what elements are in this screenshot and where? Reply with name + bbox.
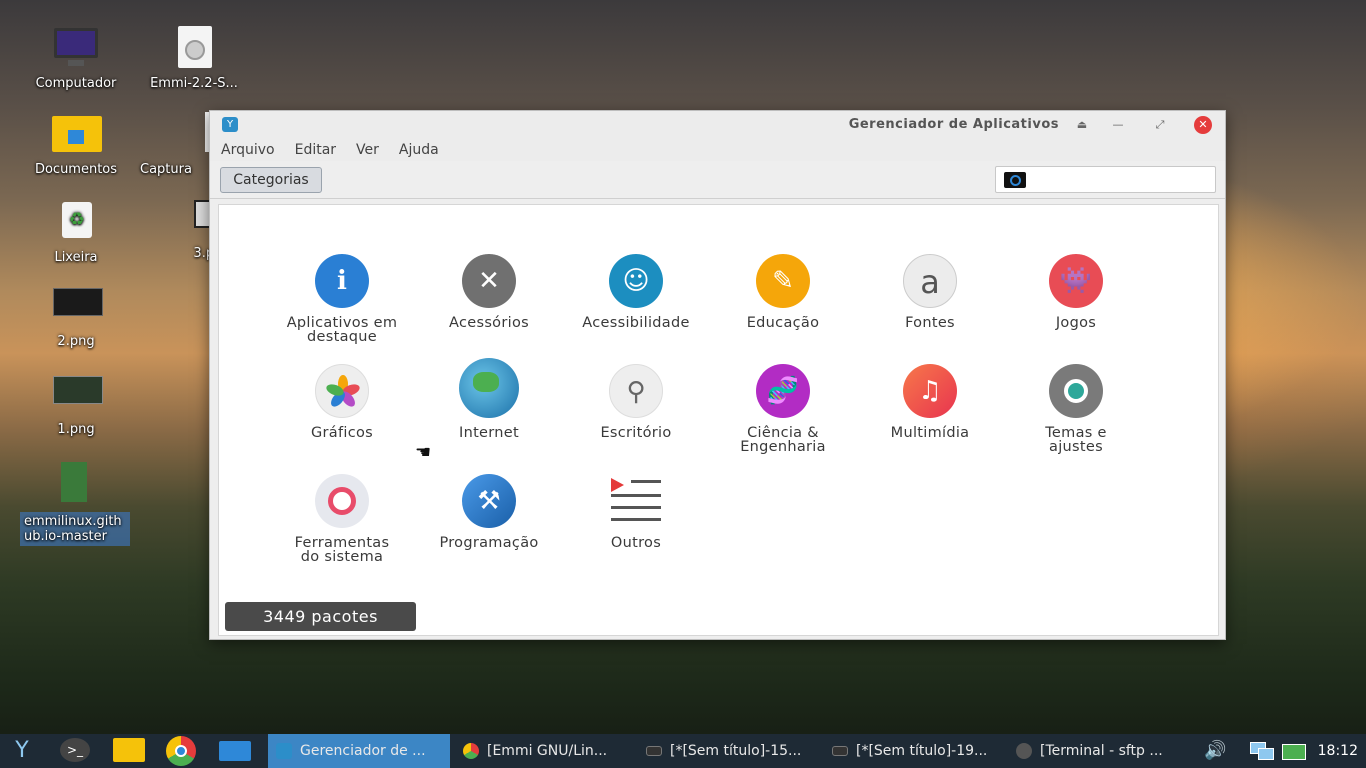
- terminal-launcher-icon[interactable]: >_: [60, 738, 92, 764]
- games-icon: 👾: [1049, 254, 1103, 308]
- window-title: Gerenciador de Aplicativos: [848, 117, 1059, 132]
- app-window: Y Gerenciador de Aplicativos ⏏ — ⤢ ✕ Arq…: [209, 110, 1226, 640]
- browser-launcher-icon[interactable]: [166, 736, 198, 766]
- task-editor-1[interactable]: [*[Sem título]-15...: [638, 734, 820, 768]
- category-internet[interactable]: Internet: [419, 358, 559, 440]
- taskbar: Y >_ Gerenciador de ... [Emmi GNU/Lin...…: [0, 734, 1366, 768]
- system-tools-icon: [315, 474, 369, 528]
- toolbar: Categorias: [210, 161, 1225, 199]
- desktop-icon-2png[interactable]: 2.png: [22, 284, 130, 349]
- clock[interactable]: 18:12: [1318, 734, 1358, 768]
- graphics-icon: [315, 364, 369, 418]
- desktop-icon-computer[interactable]: Computador: [22, 26, 130, 91]
- menu-ajuda[interactable]: Ajuda: [399, 142, 439, 158]
- editor-icon: [646, 746, 662, 756]
- folder-icon: [49, 462, 101, 508]
- category-games[interactable]: 👾 Jogos: [1006, 254, 1146, 330]
- app-logo-icon: [276, 743, 292, 759]
- search-input[interactable]: [1030, 170, 1210, 190]
- hand-cursor-icon: ☚: [415, 442, 432, 463]
- close-button[interactable]: ✕: [1194, 116, 1212, 134]
- title-bar: Y Gerenciador de Aplicativos ⏏ — ⤢ ✕: [210, 111, 1225, 139]
- app-menu-icon[interactable]: Y: [6, 738, 38, 764]
- volume-icon[interactable]: 🔊: [1204, 738, 1236, 764]
- category-office[interactable]: ⚲ Escritório: [566, 364, 706, 440]
- category-fonts[interactable]: a Fontes: [860, 254, 1000, 330]
- image-file-icon: [148, 112, 235, 158]
- task-terminal[interactable]: [Terminal - sftp ...: [1008, 734, 1186, 768]
- category-programming[interactable]: ⚒ Programação: [419, 474, 559, 550]
- app-logo-icon: Y: [222, 117, 238, 132]
- desktop-icon-1png[interactable]: 1.png: [22, 372, 130, 437]
- shade-button[interactable]: ⏏: [1073, 116, 1091, 134]
- minimize-button[interactable]: —: [1109, 116, 1127, 134]
- desktop-icon-iso[interactable]: Emmi-2.2-S...: [140, 26, 248, 91]
- search-icon: [1004, 172, 1026, 188]
- themes-icon: [1049, 364, 1103, 418]
- categories-panel: i Aplicativos em destaque ✕ Acessórios ☺…: [218, 204, 1219, 636]
- info-icon: i: [315, 254, 369, 308]
- trash-icon: ♻: [50, 200, 102, 246]
- menu-bar: Arquivo Editar Ver Ajuda: [210, 139, 1225, 161]
- category-accessories[interactable]: ✕ Acessórios: [419, 254, 559, 330]
- menu-editar[interactable]: Editar: [295, 142, 336, 158]
- iso-file-icon: [168, 26, 220, 72]
- categories-button[interactable]: Categorias: [220, 167, 322, 193]
- tools-icon: ✕: [462, 254, 516, 308]
- category-others[interactable]: Outros: [566, 474, 706, 550]
- education-icon: ✎: [756, 254, 810, 308]
- office-icon: ⚲: [609, 364, 663, 418]
- network-icon[interactable]: [1248, 738, 1280, 764]
- menu-ver[interactable]: Ver: [356, 142, 379, 158]
- image-thumbnail-icon: [50, 372, 103, 418]
- category-featured[interactable]: i Aplicativos em destaque: [272, 254, 412, 344]
- task-editor-2[interactable]: [*[Sem título]-19...: [824, 734, 1004, 768]
- menu-arquivo[interactable]: Arquivo: [221, 142, 275, 158]
- editor-icon: [832, 746, 848, 756]
- category-multimedia[interactable]: ♫ Multimídia: [860, 364, 1000, 440]
- task-app-manager[interactable]: Gerenciador de ...: [268, 734, 450, 768]
- search-box[interactable]: [995, 166, 1216, 193]
- internet-icon: [459, 358, 519, 418]
- updates-icon[interactable]: [1280, 738, 1312, 764]
- maximize-button[interactable]: ⤢: [1151, 116, 1169, 134]
- browser-icon: [463, 743, 479, 759]
- category-education[interactable]: ✎ Educação: [713, 254, 853, 330]
- others-icon: [609, 474, 663, 528]
- terminal-icon: [1016, 743, 1032, 759]
- desktop-icon-folder-github[interactable]: emmilinux.github.io-master: [20, 462, 130, 546]
- programming-icon: ⚒: [462, 474, 516, 528]
- status-badge: 3449 pacotes: [225, 602, 416, 631]
- category-graphics[interactable]: Gráficos: [272, 364, 412, 440]
- fonts-icon: a: [903, 254, 957, 308]
- accessibility-icon: ☺: [609, 254, 663, 308]
- category-science[interactable]: 🧬 Ciência & Engenharia: [713, 364, 853, 454]
- task-browser[interactable]: [Emmi GNU/Lin...: [455, 734, 633, 768]
- monitor-icon: [50, 26, 102, 72]
- image-thumbnail-icon: [50, 284, 103, 330]
- settings-launcher-icon[interactable]: [219, 738, 251, 764]
- category-themes[interactable]: Temas e ajustes: [1006, 364, 1146, 454]
- category-system-tools[interactable]: Ferramentas do sistema: [272, 474, 412, 564]
- multimedia-icon: ♫: [903, 364, 957, 418]
- category-accessibility[interactable]: ☺ Acessibilidade: [566, 254, 706, 330]
- science-icon: 🧬: [756, 364, 810, 418]
- desktop-icon-trash[interactable]: ♻ Lixeira: [22, 200, 130, 265]
- file-manager-launcher-icon[interactable]: [113, 738, 145, 764]
- desktop-icon-documents[interactable]: Documentos: [22, 112, 130, 177]
- folder-icon: [50, 112, 102, 158]
